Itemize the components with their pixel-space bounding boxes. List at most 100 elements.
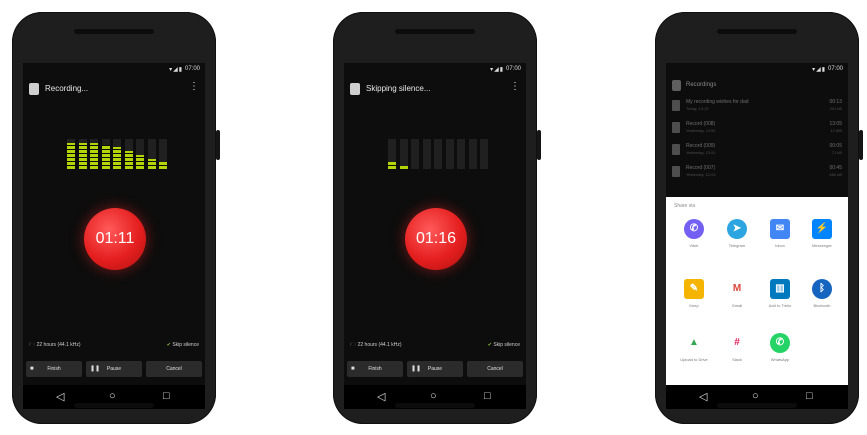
share-app-drive[interactable]: ▲ Upload to Drive xyxy=(674,333,714,367)
level-bar-track xyxy=(468,139,477,169)
recording-size: 12 MB xyxy=(830,128,842,133)
recording-size: 201 kB xyxy=(829,106,842,111)
app-label: Slack xyxy=(732,357,742,362)
share-via-label: Share via xyxy=(674,203,696,209)
app-label: Inbox xyxy=(775,243,785,248)
back-icon[interactable]: ◁ xyxy=(377,390,385,403)
action-bar: Skipping silence... ⋮ xyxy=(344,77,526,101)
app-label: Viber xyxy=(689,243,699,248)
share-sheet: Share via ✆ Viber ➤ Telegram ✉ Inbox ⚡ M… xyxy=(666,197,848,385)
status-time: 07:00 xyxy=(505,66,521,72)
back-icon[interactable]: ◁ xyxy=(56,390,64,403)
recording-size: 71 kB xyxy=(831,150,842,155)
audio-file-icon xyxy=(672,122,680,133)
overflow-menu-icon[interactable]: ⋮ xyxy=(510,82,520,92)
skip-silence-label: Skip silence xyxy=(172,342,199,348)
skip-silence-toggle[interactable]: ✔ Skip silence xyxy=(167,342,199,348)
recording-item[interactable]: My recording wishes for dad Today, 14:12… xyxy=(666,97,848,115)
cancel-button[interactable]: Cancel xyxy=(467,361,523,377)
level-bar-track xyxy=(399,139,408,169)
audio-file-icon xyxy=(672,100,680,111)
share-app-gmail[interactable]: M Gmail xyxy=(717,279,757,313)
microphone-app-icon xyxy=(672,80,681,91)
level-bar xyxy=(388,162,396,169)
pause-button[interactable]: ❚❚ Pause xyxy=(407,361,463,377)
gmail-icon: M xyxy=(727,279,747,299)
keep-icon: ✎ xyxy=(684,279,704,299)
level-bar-track xyxy=(457,139,465,169)
finish-label: Finish xyxy=(47,366,61,372)
level-bar xyxy=(399,166,408,169)
finish-button[interactable]: ■ Finish xyxy=(347,361,403,377)
signal-battery-icon: ▾◢▮ xyxy=(812,67,826,73)
record-timer-button[interactable]: 01:11 xyxy=(84,208,146,270)
recording-item[interactable]: Record (008) Yesterday, 13:52 13:05 12 M… xyxy=(666,119,848,137)
share-app-messenger[interactable]: ⚡ Messenger xyxy=(802,219,842,253)
record-timer-button[interactable]: 01:16 xyxy=(405,208,467,270)
recording-screen: ▾◢▮ 07:00 Skipping silence... ⋮ 01:16 🗁 … xyxy=(344,63,526,409)
share-app-whatsapp[interactable]: ✆ WhatsApp xyxy=(760,333,800,367)
bottom-speaker xyxy=(74,403,154,408)
power-button xyxy=(537,130,541,160)
recording-info-row: 🗁 22 hours (44.1 kHz) ✔ Skip silence xyxy=(23,339,205,351)
microphone-app-icon xyxy=(350,83,360,95)
control-buttons: ■ Finish ❚❚ Pause Cancel xyxy=(26,361,202,377)
recording-name: My recording wishes for dad xyxy=(686,99,749,105)
slack-icon: # xyxy=(727,333,747,353)
share-app-slack[interactable]: # Slack xyxy=(717,333,757,367)
recents-icon[interactable]: □ xyxy=(484,390,491,402)
recording-item[interactable]: Record (007) Yesterday, 12:03 00:45 660 … xyxy=(666,163,848,181)
level-bar-track xyxy=(411,139,419,169)
recordings-title: Recordings xyxy=(686,82,717,88)
finish-button[interactable]: ■ Finish xyxy=(26,361,82,377)
level-bar-track xyxy=(480,139,488,169)
recording-duration: 00:13 xyxy=(829,99,842,105)
recording-item[interactable]: Record (009) Yesterday, 13:51 00:05 71 k… xyxy=(666,141,848,159)
cancel-button[interactable]: Cancel xyxy=(146,361,202,377)
recents-icon[interactable]: □ xyxy=(163,390,170,402)
whatsapp-icon: ✆ xyxy=(770,333,790,353)
recents-icon[interactable]: □ xyxy=(806,390,813,402)
recording-name: Record (007) xyxy=(686,165,716,171)
level-bar-track xyxy=(445,139,454,169)
recording-date: Today, 14:12 xyxy=(686,106,709,111)
level-bar xyxy=(90,143,98,169)
status-bar: ▾◢▮ 07:00 xyxy=(23,63,205,75)
pause-button[interactable]: ❚❚ Pause xyxy=(86,361,142,377)
cancel-label: Cancel xyxy=(487,366,503,372)
recording-screen: ▾◢▮ 07:00 Recording... ⋮ 01:11 🗁 22 hour… xyxy=(23,63,205,409)
recording-info-row: 🗁 22 hours (44.1 kHz) ✔ Skip silence xyxy=(344,339,526,351)
overflow-menu-icon[interactable]: ⋮ xyxy=(189,82,199,92)
recordings-screen: ▾◢▮ 07:00 Recordings My recording wishes… xyxy=(666,63,848,409)
level-bar xyxy=(147,159,156,169)
level-meter xyxy=(388,139,492,169)
recording-duration: 13:05 xyxy=(829,121,842,127)
app-label: Add to Trello xyxy=(768,303,792,308)
level-bar-track xyxy=(434,139,442,169)
app-label: Keep xyxy=(689,303,699,308)
check-icon: ✔ xyxy=(487,342,492,348)
pause-label: Pause xyxy=(427,366,443,372)
storage-quality-label: 🗁 22 hours (44.1 kHz) xyxy=(350,342,402,348)
share-app-trello[interactable]: ▥ Add to Trello xyxy=(760,279,800,313)
app-label: WhatsApp xyxy=(770,357,790,362)
share-app-bluetooth[interactable]: ᛒ Bluetooth xyxy=(802,279,842,313)
home-icon[interactable]: ○ xyxy=(752,390,759,402)
action-bar: Recording... ⋮ xyxy=(23,77,205,101)
home-icon[interactable]: ○ xyxy=(109,390,116,402)
skip-silence-toggle[interactable]: ✔ Skip silence xyxy=(488,342,520,348)
back-icon[interactable]: ◁ xyxy=(699,390,707,403)
share-app-telegram[interactable]: ➤ Telegram xyxy=(717,219,757,253)
share-app-keep[interactable]: ✎ Keep xyxy=(674,279,714,313)
share-app-viber[interactable]: ✆ Viber xyxy=(674,219,714,253)
level-bar-track xyxy=(422,139,431,169)
cancel-label: Cancel xyxy=(166,366,182,372)
home-icon[interactable]: ○ xyxy=(430,390,437,402)
phone-share-sheet: ▾◢▮ 07:00 Recordings My recording wishes… xyxy=(655,12,863,424)
share-app-inbox[interactable]: ✉ Inbox xyxy=(760,219,800,253)
earpiece-speaker xyxy=(395,29,475,34)
level-bar xyxy=(159,162,167,169)
app-label: Telegram xyxy=(728,243,746,248)
app-label: Upload to Drive xyxy=(680,357,708,362)
level-meter xyxy=(67,139,171,169)
